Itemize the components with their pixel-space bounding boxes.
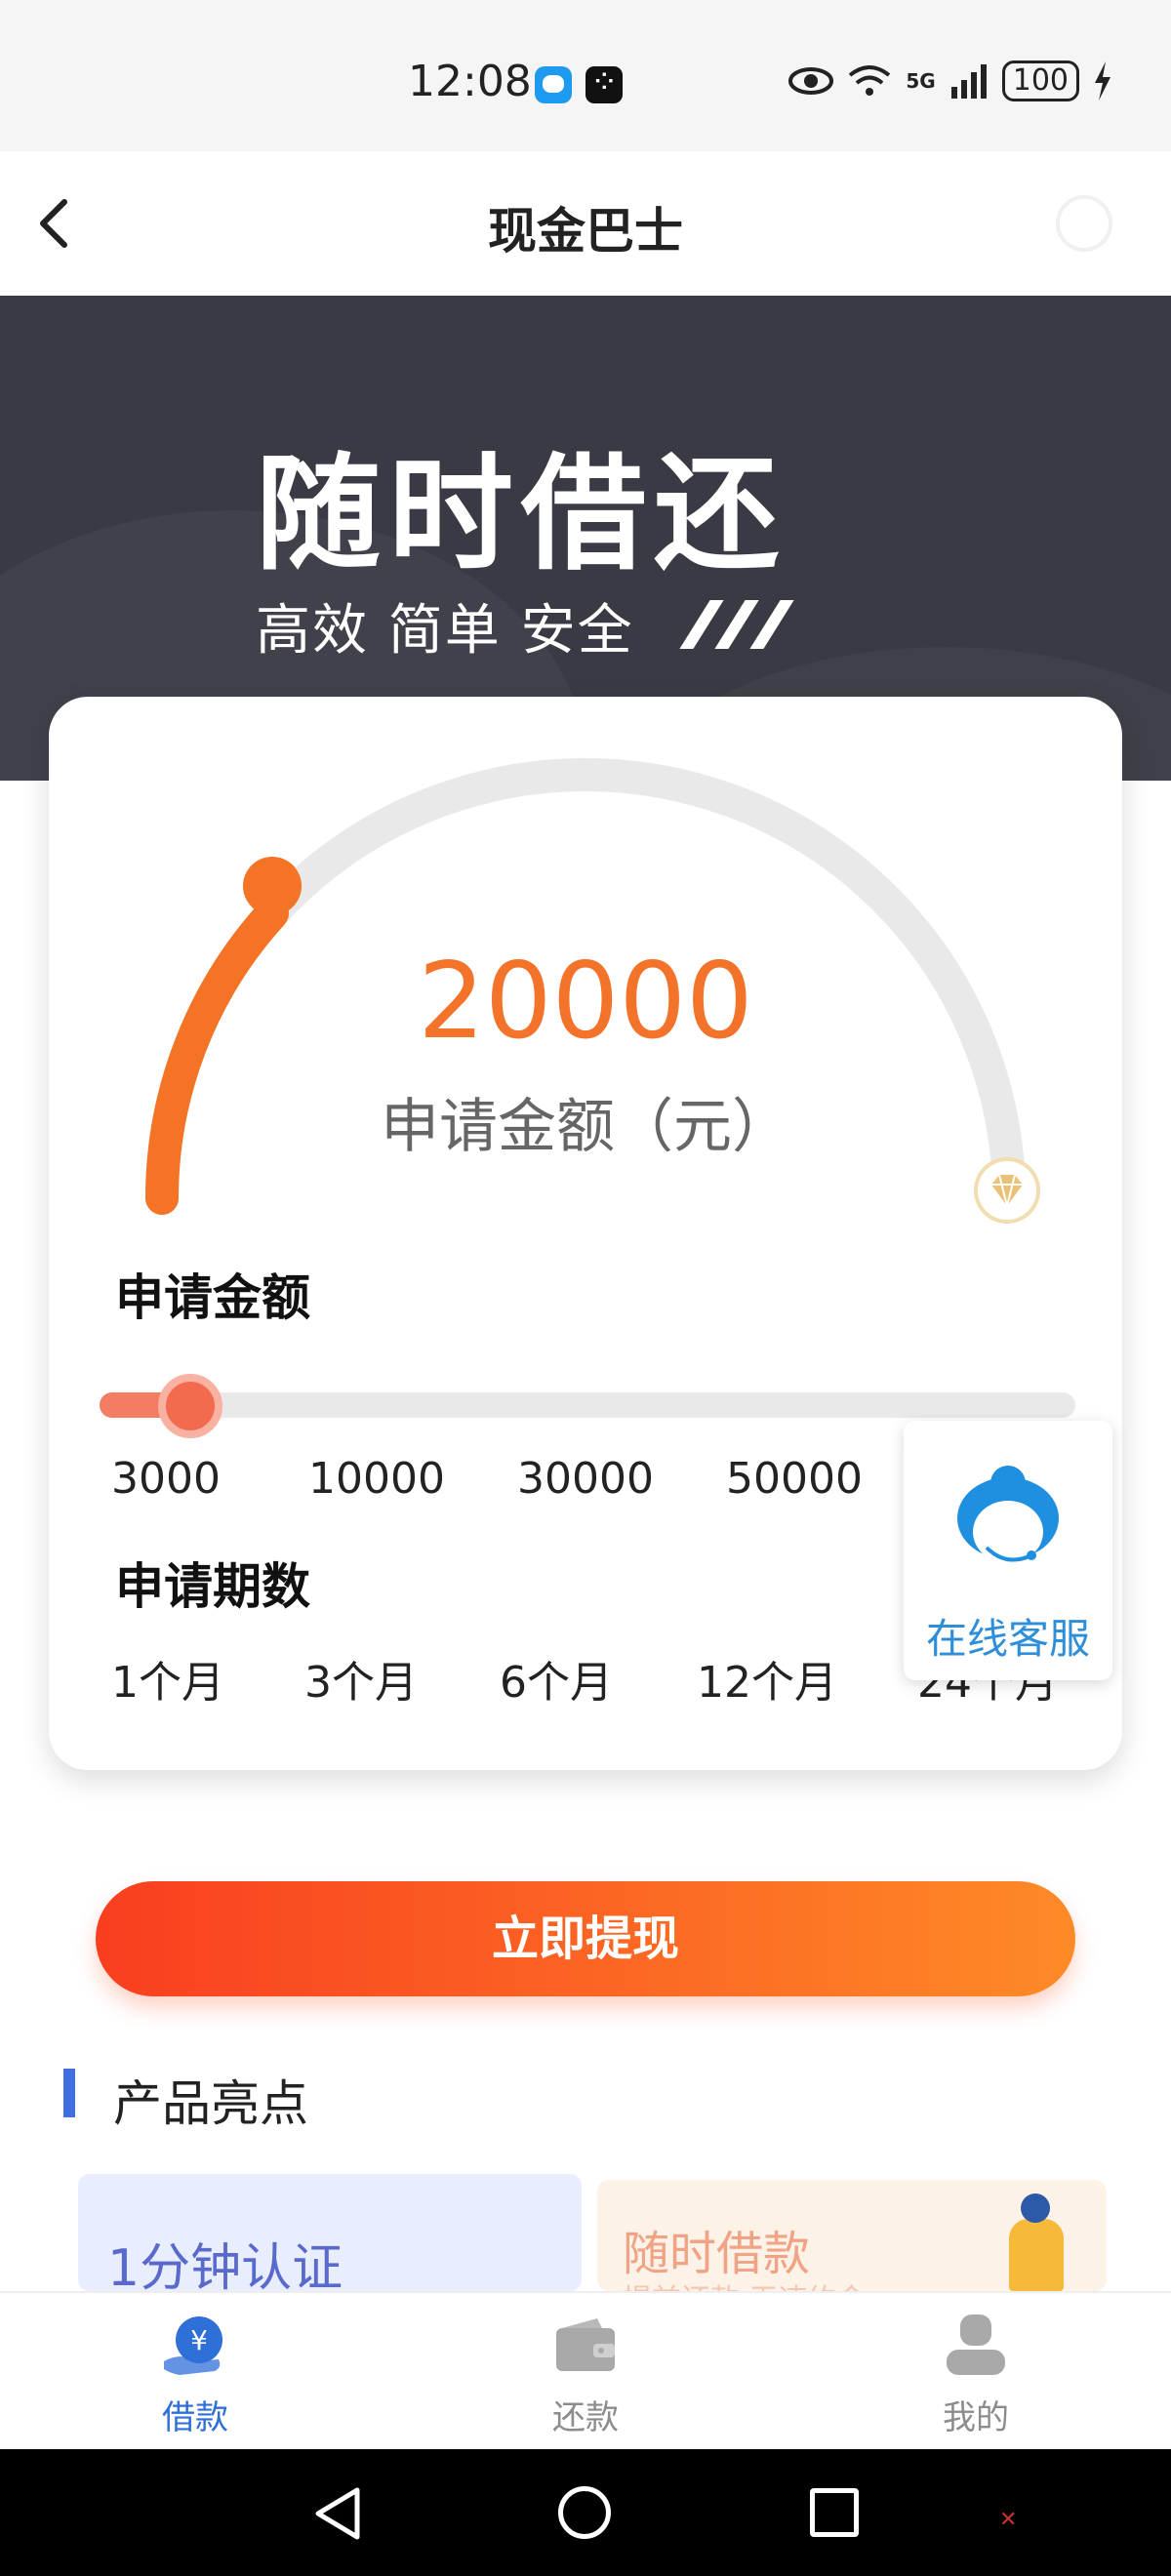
highlight-card-verification[interactable]: 1分钟认证 — [78, 2174, 582, 2298]
svg-text:¥: ¥ — [190, 2324, 208, 2356]
page-title: 现金巴士 — [488, 203, 683, 260]
system-recents-icon[interactable] — [810, 2488, 859, 2537]
loan-amount-value: 20000 — [418, 941, 753, 1063]
eye-comfort-icon — [788, 67, 834, 95]
system-home-icon[interactable] — [558, 2486, 611, 2539]
term-option[interactable]: 6个月 — [500, 1647, 613, 1710]
battery-level: 100 — [1001, 60, 1079, 101]
withdraw-now-button[interactable]: 立即提现 — [96, 1881, 1075, 1996]
amount-slider-track[interactable] — [100, 1392, 1075, 1418]
charging-icon — [1095, 61, 1110, 101]
bottom-nav: ¥ 借款 还款 我的 — [0, 2291, 1171, 2449]
wallet-icon — [556, 2318, 615, 2371]
loan-amount-caption: 申请金额（元） — [381, 1093, 790, 1161]
term-option[interactable]: 3个月 — [304, 1647, 418, 1710]
status-bar: 12:08 5G 100 — [0, 0, 1171, 151]
amount-section-label: 申请金额 — [115, 1269, 310, 1326]
app-header: 现金巴士 — [0, 151, 1171, 296]
diamond-icon — [974, 1157, 1040, 1224]
gauge-knob — [243, 857, 302, 915]
term-section-label: 申请期数 — [115, 1558, 310, 1615]
banner-title: 随时借还 — [256, 442, 787, 587]
system-back-icon[interactable] — [310, 2484, 365, 2543]
amount-tick[interactable]: 10000 — [308, 1454, 445, 1504]
nav-item-repay[interactable]: 还款 — [488, 2293, 683, 2451]
wifi-icon — [849, 65, 891, 96]
amount-tick[interactable]: 3000 — [111, 1454, 221, 1504]
refresh-icon[interactable] — [1056, 195, 1112, 252]
status-indicators: 5G 100 — [788, 60, 1112, 101]
term-option[interactable]: 12个月 — [697, 1647, 837, 1710]
nav-label: 还款 — [552, 2398, 619, 2437]
section-accent-bar — [63, 2069, 75, 2117]
amount-slider-thumb[interactable] — [158, 1374, 222, 1438]
nav-item-profile[interactable]: 我的 — [878, 2293, 1073, 2451]
person-illustration-icon — [1009, 2194, 1064, 2291]
online-service-label: 在线客服 — [925, 1615, 1090, 1663]
nav-item-loan[interactable]: ¥ 借款 — [98, 2293, 293, 2451]
term-option[interactable]: 1个月 — [111, 1647, 224, 1710]
highlight-card-title: 1分钟认证 — [107, 2239, 343, 2298]
banner-subtitle: 高效 简单 安全 — [256, 599, 634, 663]
amount-tick[interactable]: 50000 — [726, 1454, 863, 1504]
nav-label: 我的 — [943, 2398, 1009, 2437]
highlight-card-subtitle: 提前还款 无违约金 — [623, 2275, 867, 2291]
highlight-card-title: 随时借款 — [623, 2227, 811, 2281]
customer-service-icon — [957, 1466, 1059, 1563]
loan-icon: ¥ — [164, 2316, 222, 2375]
highlights-title: 产品亮点 — [113, 2075, 308, 2132]
banner-slashes-decoration — [679, 600, 794, 649]
signal-icon — [950, 64, 987, 99]
online-service-button[interactable]: 在线客服 — [904, 1421, 1112, 1680]
amount-tick[interactable]: 30000 — [517, 1454, 654, 1504]
status-time: 12:08 — [408, 57, 532, 106]
watermark-logo-icon: ✕ — [999, 2508, 1018, 2532]
message-app-icon — [535, 66, 572, 103]
profile-icon — [947, 2314, 1005, 2375]
highlight-card-borrow[interactable]: 随时借款 提前还款 无违约金 — [597, 2180, 1107, 2291]
nav-label: 借款 — [162, 2398, 228, 2437]
network-type: 5G — [906, 69, 936, 93]
app-notification-icon — [586, 62, 623, 103]
system-navigation-bar: ✕ — [0, 2449, 1171, 2576]
